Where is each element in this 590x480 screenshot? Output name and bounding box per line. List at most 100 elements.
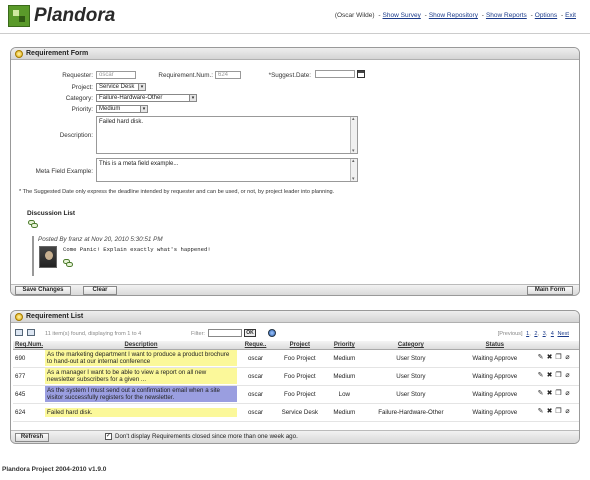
table-row[interactable]: 690 As the marketing department I want t… [13,349,579,368]
page-3-link[interactable]: 3 [543,331,546,337]
attachment-icon[interactable]: ⌀ [564,408,571,415]
priority-label: Priority: [71,106,93,113]
row-actions: ✎ ✖ ❐ ⌀ [529,367,579,386]
next-link[interactable]: Next [557,331,569,337]
row-actions: ✎ ✖ ❐ ⌀ [529,385,579,404]
panel-header: Requirement List [11,311,579,323]
suggest-date-field[interactable] [315,70,355,78]
meta-field-text: This is a meta field example... [99,161,179,167]
req-status: Waiting Approve [460,349,529,368]
page-4-link[interactable]: 4 [551,331,554,337]
columns-icon[interactable] [27,329,35,336]
req-category: User Story [361,385,461,404]
globe-icon[interactable] [268,329,276,337]
filter-input[interactable] [208,329,242,337]
calendar-icon[interactable] [357,70,365,78]
panel-header: Requirement Form [11,48,579,60]
scrollbar[interactable] [350,158,357,182]
chevron-down-icon: ▾ [140,106,147,112]
col-project[interactable]: Project [272,341,328,350]
copy-icon[interactable]: ❐ [555,390,562,397]
req-status: Waiting Approve [460,367,529,386]
category-select[interactable]: Failure-Hardware-Other ▾ [96,94,197,102]
list-toolbar: 11 item(s) found, displaying from 1 to 4… [15,327,575,339]
edit-icon[interactable]: ✎ [537,408,544,415]
export-icon[interactable] [15,329,23,336]
edit-icon[interactable]: ✎ [537,372,544,379]
col-priority[interactable]: Priority [327,341,362,350]
description-textarea[interactable]: Failed hard disk. [96,116,358,154]
exit-link[interactable]: Exit [565,12,576,19]
reply-comment-icon[interactable] [63,259,73,267]
main-form-button[interactable]: Main Form [527,286,573,295]
plandora-logo-icon [8,5,30,27]
panel-title: Requirement Form [26,50,89,57]
delete-icon[interactable]: ✖ [546,408,553,415]
copy-icon[interactable]: ❐ [555,372,562,379]
hide-closed-label: Don't display Requirements closed since … [115,433,298,440]
options-link[interactable]: Options [535,12,557,19]
filter-ok-button[interactable]: OK [244,329,256,337]
copy-icon[interactable]: ❐ [555,408,562,415]
attachment-icon[interactable]: ⌀ [564,390,571,397]
save-changes-button[interactable]: Save Changes [15,286,71,295]
priority-select[interactable]: Medium ▾ [96,105,148,113]
col-category[interactable]: Category [361,341,461,350]
req-project: Foo Project [272,367,328,386]
found-count: 11 item(s) found, displaying from 1 to 4 [45,331,142,337]
requester-field[interactable]: oscar [96,71,136,79]
req-num: 624 [13,403,44,422]
project-select[interactable]: Service Desk ▾ [96,83,146,91]
list-button-bar: Refresh ✓ Don't display Requirements clo… [11,430,579,443]
req-project: Foo Project [272,385,328,404]
hide-closed-checkbox[interactable]: ✓ [105,433,112,440]
app-header: Plandora (Oscar Wilde) - Show Survey - Sho… [0,0,590,34]
col-req-num[interactable]: Req.Num. [13,341,44,350]
pagination: [Previous] 1, 2, 3, 4 Next [497,331,569,337]
attachment-icon[interactable]: ⌀ [564,372,571,379]
comment-item: Posted By franz at Nov 20, 2010 5:30:51 … [32,236,412,276]
table-row[interactable]: 624 Failed hard disk. oscar Service Desk… [13,403,579,422]
list-icon [15,312,23,321]
copy-icon[interactable]: ❐ [555,354,562,361]
edit-icon[interactable]: ✎ [537,354,544,361]
req-num: 677 [13,367,44,386]
previous-link[interactable]: [Previous] [498,331,523,337]
show-repository-link[interactable]: Show Repository [429,12,478,19]
table-row[interactable]: 677 As a manager I want to be able to vi… [13,367,579,386]
scrollbar[interactable] [350,116,357,154]
footer-text: Plandora Project 2004-2010 v1.9.0 [2,466,107,473]
col-description[interactable]: Description [43,341,240,350]
show-reports-link[interactable]: Show Reports [486,12,527,19]
clear-button[interactable]: Clear [83,286,117,295]
form-button-bar: Save Changes Clear Main Form [11,284,579,295]
col-requester[interactable]: Reque.. [239,341,273,350]
page-2-link[interactable]: 2 [534,331,537,337]
meta-field-textarea[interactable]: This is a meta field example... [96,158,358,182]
project-label: Project: [71,84,93,91]
delete-icon[interactable]: ✖ [546,372,553,379]
req-priority: Low [327,385,362,404]
category-label: Category: [65,95,93,102]
req-description: As a manager I want to be able to view a… [45,368,238,384]
reqnum-field[interactable]: 624 [215,71,241,79]
show-survey-link[interactable]: Show Survey [383,12,421,19]
add-comment-icon[interactable] [28,220,38,228]
req-status: Waiting Approve [460,403,529,422]
col-status[interactable]: Status [460,341,529,350]
refresh-button[interactable]: Refresh [15,433,49,442]
reqnum-label: Requirement.Num.: [158,72,213,79]
edit-icon[interactable]: ✎ [537,390,544,397]
page-1-link[interactable]: 1 [526,331,529,337]
brand-name: Plandora [34,5,116,26]
table-row[interactable]: 645 As the system I must send out a conf… [13,385,579,404]
attachment-icon[interactable]: ⌀ [564,354,571,361]
chevron-down-icon: ▾ [189,95,196,101]
req-description: As the system I must send out a confirma… [45,386,238,402]
meta-field-label: Meta Field Example: [35,168,93,175]
chevron-down-icon: ▾ [138,84,145,90]
req-description: Failed hard disk. [45,407,238,417]
delete-icon[interactable]: ✖ [546,354,553,361]
req-description-cell: Failed hard disk. [43,403,240,422]
delete-icon[interactable]: ✖ [546,390,553,397]
